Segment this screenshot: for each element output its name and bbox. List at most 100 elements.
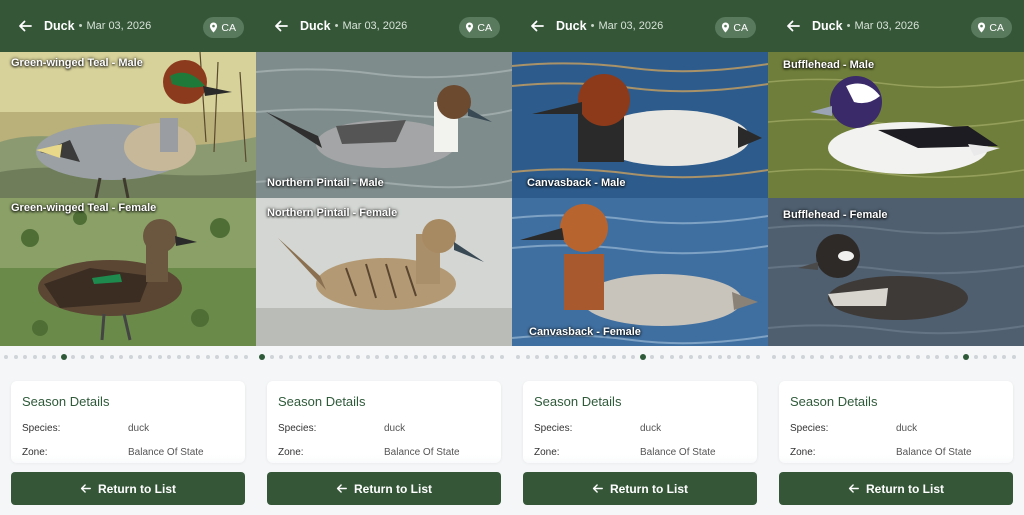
carousel-dot[interactable] <box>810 355 815 359</box>
carousel-dot[interactable] <box>205 355 210 359</box>
carousel-dot[interactable] <box>736 355 741 359</box>
carousel-indicator[interactable] <box>768 352 1024 362</box>
carousel-dot[interactable] <box>660 355 664 359</box>
carousel-dot[interactable] <box>157 355 162 359</box>
carousel-dot[interactable] <box>858 355 863 359</box>
state-chip[interactable]: CA <box>971 17 1012 38</box>
carousel-dot[interactable] <box>631 355 636 359</box>
carousel-dot[interactable] <box>432 355 437 359</box>
carousel-dot[interactable] <box>992 355 997 359</box>
carousel-dot[interactable] <box>42 355 47 359</box>
carousel-dot[interactable] <box>727 355 732 359</box>
return-to-list-button[interactable]: Return to List <box>779 472 1013 505</box>
carousel-dot[interactable] <box>480 355 485 359</box>
carousel-dot-active[interactable] <box>60 354 67 360</box>
carousel-dot[interactable] <box>356 355 360 359</box>
carousel-dot[interactable] <box>935 355 940 359</box>
carousel-dot[interactable] <box>461 355 466 359</box>
carousel-dot[interactable] <box>820 355 824 359</box>
carousel-dot[interactable] <box>4 355 8 359</box>
carousel-dot[interactable] <box>906 355 911 359</box>
carousel-dot[interactable] <box>442 355 447 359</box>
carousel-dot[interactable] <box>877 355 882 359</box>
carousel-dot[interactable] <box>525 355 530 359</box>
carousel-dot[interactable] <box>234 355 239 359</box>
carousel-dot[interactable] <box>32 355 37 359</box>
carousel-dot[interactable] <box>138 355 143 359</box>
carousel-dot[interactable] <box>186 355 191 359</box>
state-chip[interactable]: CA <box>203 17 244 38</box>
carousel-indicator[interactable] <box>0 352 256 362</box>
carousel-dot[interactable] <box>973 355 978 359</box>
carousel-dot[interactable] <box>346 355 351 359</box>
duck-photo-female[interactable]: Green-winged Teal - Female <box>0 198 256 346</box>
carousel-dot[interactable] <box>564 355 568 359</box>
back-button[interactable] <box>14 15 36 37</box>
carousel-dot[interactable] <box>698 355 703 359</box>
state-chip[interactable]: CA <box>715 17 756 38</box>
carousel-dot[interactable] <box>925 355 930 359</box>
carousel-dot[interactable] <box>544 355 549 359</box>
carousel-dot[interactable] <box>288 355 293 359</box>
carousel-dot[interactable] <box>317 355 322 359</box>
duck-photo-male[interactable]: Northern Pintail - Male <box>256 52 512 198</box>
duck-photo-male[interactable]: Green-winged Teal - Male <box>0 52 256 198</box>
carousel-dot[interactable] <box>650 355 655 359</box>
carousel-dot[interactable] <box>148 355 152 359</box>
duck-photo-female[interactable]: Bufflehead - Female <box>768 198 1024 346</box>
carousel-dot[interactable] <box>896 355 901 359</box>
duck-photo-male[interactable]: Canvasback - Male <box>512 52 768 198</box>
carousel-dot[interactable] <box>954 355 959 359</box>
carousel-dot[interactable] <box>1012 355 1016 359</box>
carousel-dot[interactable] <box>516 355 520 359</box>
carousel-dot[interactable] <box>423 355 428 359</box>
carousel-dot[interactable] <box>128 355 133 359</box>
carousel-dot[interactable] <box>829 355 834 359</box>
carousel-indicator[interactable] <box>512 352 768 362</box>
carousel-dot[interactable] <box>621 355 626 359</box>
carousel-dot[interactable] <box>868 355 872 359</box>
carousel-dot-active[interactable] <box>639 354 646 360</box>
carousel-dot[interactable] <box>298 355 303 359</box>
back-button[interactable] <box>270 15 292 37</box>
carousel-dot[interactable] <box>100 355 104 359</box>
carousel-dot[interactable] <box>176 355 181 359</box>
carousel-dot-active[interactable] <box>963 354 969 360</box>
back-button[interactable] <box>782 15 804 37</box>
carousel-dot[interactable] <box>781 355 786 359</box>
carousel-dot[interactable] <box>80 355 85 359</box>
carousel-dot[interactable] <box>535 355 540 359</box>
carousel-dot[interactable] <box>583 355 588 359</box>
carousel-dot[interactable] <box>573 355 578 359</box>
carousel-dot[interactable] <box>746 355 751 359</box>
carousel-dot[interactable] <box>71 355 76 359</box>
carousel-dot[interactable] <box>244 355 248 359</box>
carousel-dot[interactable] <box>471 355 476 359</box>
carousel-dot[interactable] <box>1002 355 1007 359</box>
carousel-dot[interactable] <box>404 355 408 359</box>
carousel-dot[interactable] <box>90 355 95 359</box>
duck-photo-male[interactable]: Bufflehead - Male <box>768 52 1024 198</box>
carousel-dot[interactable] <box>772 355 776 359</box>
carousel-dot[interactable] <box>384 355 389 359</box>
carousel-dot[interactable] <box>554 355 559 359</box>
carousel-dot[interactable] <box>196 355 200 359</box>
carousel-dot[interactable] <box>394 355 399 359</box>
carousel-dot[interactable] <box>669 355 674 359</box>
carousel-dot[interactable] <box>365 355 370 359</box>
carousel-dot[interactable] <box>167 355 172 359</box>
carousel-dot[interactable] <box>916 355 920 359</box>
carousel-dot[interactable] <box>269 355 274 359</box>
carousel-dot[interactable] <box>839 355 844 359</box>
return-to-list-button[interactable]: Return to List <box>523 472 757 505</box>
carousel-dot[interactable] <box>679 355 684 359</box>
carousel-dot[interactable] <box>800 355 805 359</box>
carousel-dot[interactable] <box>708 355 712 359</box>
carousel-dot[interactable] <box>224 355 229 359</box>
carousel-dot[interactable] <box>490 355 495 359</box>
carousel-dot[interactable] <box>887 355 892 359</box>
carousel-dot[interactable] <box>413 355 418 359</box>
carousel-dot[interactable] <box>327 355 332 359</box>
carousel-dot[interactable] <box>756 355 760 359</box>
carousel-dot[interactable] <box>717 355 722 359</box>
